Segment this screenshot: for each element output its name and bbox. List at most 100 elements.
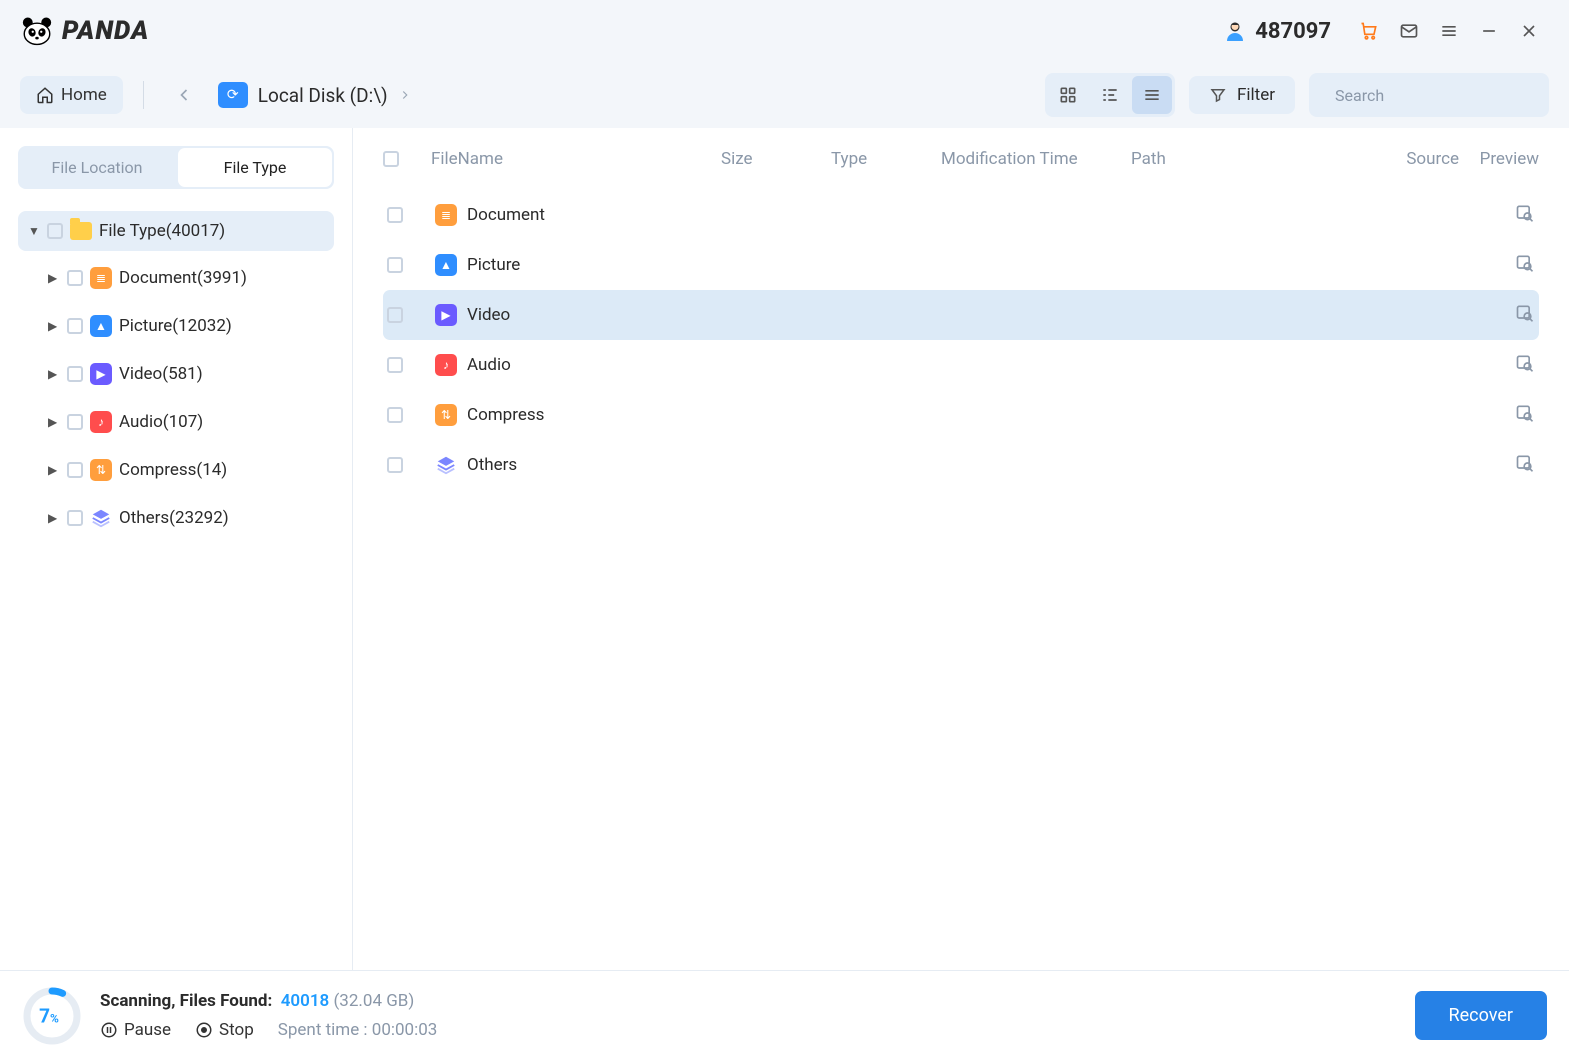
- tree-item-label: Others(23292): [119, 508, 229, 528]
- row-checkbox[interactable]: [387, 407, 403, 423]
- view-detail-button[interactable]: [1090, 76, 1130, 114]
- vid-icon: ▶: [435, 304, 457, 326]
- stop-button[interactable]: Stop: [195, 1020, 254, 1040]
- pause-label: Pause: [124, 1020, 171, 1040]
- expand-icon[interactable]: ▶: [48, 415, 60, 429]
- tree-item-vid[interactable]: ▶▶Video(581): [18, 353, 334, 395]
- doc-icon: ≣: [90, 267, 112, 289]
- col-name[interactable]: FileName: [431, 149, 721, 169]
- user-count: 487097: [1223, 19, 1331, 44]
- collapse-icon[interactable]: ▼: [28, 224, 40, 238]
- filter-button[interactable]: Filter: [1189, 76, 1295, 114]
- row-name: Others: [467, 455, 517, 475]
- stop-label: Stop: [219, 1020, 254, 1040]
- preview-button[interactable]: [1515, 408, 1535, 428]
- tab-file-type[interactable]: File Type: [178, 148, 332, 187]
- checkbox[interactable]: [67, 414, 83, 430]
- col-modification[interactable]: Modification Time: [941, 149, 1131, 169]
- expand-icon[interactable]: ▶: [48, 463, 60, 477]
- row-checkbox[interactable]: [387, 307, 403, 323]
- expand-icon[interactable]: ▶: [48, 319, 60, 333]
- home-label: Home: [61, 85, 107, 105]
- sidebar: File Location File Type ▼ File Type(4001…: [0, 128, 353, 970]
- tree-item-zip[interactable]: ▶⇅Compress(14): [18, 449, 334, 491]
- preview-button[interactable]: [1515, 308, 1535, 328]
- row-checkbox[interactable]: [387, 457, 403, 473]
- col-size[interactable]: Size: [721, 149, 831, 169]
- progress-percent: 7: [39, 1004, 50, 1027]
- divider: [143, 81, 144, 109]
- checkbox[interactable]: [67, 318, 83, 334]
- expand-icon[interactable]: ▶: [48, 367, 60, 381]
- breadcrumb-location: Local Disk (D:\): [258, 84, 388, 107]
- col-preview[interactable]: Preview: [1459, 149, 1539, 169]
- tree-item-oth[interactable]: ▶ Others(23292): [18, 497, 334, 539]
- pic-icon: ▲: [90, 315, 112, 337]
- search-input[interactable]: [1335, 86, 1538, 105]
- table-row[interactable]: ♪Audio: [383, 340, 1539, 390]
- select-all-checkbox[interactable]: [383, 151, 399, 167]
- view-mode-group: [1045, 73, 1175, 117]
- minimize-icon[interactable]: [1469, 11, 1509, 51]
- folder-icon: [70, 222, 92, 240]
- preview-button[interactable]: [1515, 458, 1535, 478]
- tree-item-aud[interactable]: ▶♪Audio(107): [18, 401, 334, 443]
- table-row[interactable]: ▲ Picture: [383, 240, 1539, 290]
- row-checkbox[interactable]: [387, 207, 403, 223]
- checkbox[interactable]: [67, 270, 83, 286]
- row-name: Audio: [467, 355, 511, 375]
- table-row[interactable]: ▶ Video: [383, 290, 1539, 340]
- close-icon[interactable]: [1509, 11, 1549, 51]
- table-row[interactable]: Others: [383, 440, 1539, 490]
- table-row[interactable]: ⇅Compress: [383, 390, 1539, 440]
- col-path[interactable]: Path: [1131, 149, 1359, 169]
- tab-file-location[interactable]: File Location: [18, 146, 176, 189]
- col-source[interactable]: Source: [1359, 149, 1459, 169]
- row-name: Compress: [467, 405, 544, 425]
- expand-icon[interactable]: ▶: [48, 271, 60, 285]
- menu-icon[interactable]: [1429, 11, 1469, 51]
- row-name: Picture: [467, 255, 520, 275]
- checkbox[interactable]: [67, 462, 83, 478]
- mail-icon[interactable]: [1389, 11, 1429, 51]
- pic-icon: ▲: [435, 254, 457, 276]
- others-icon: [90, 507, 112, 529]
- status-bar: 7% Scanning, Files Found: 40018 (32.04 G…: [0, 970, 1569, 1060]
- cart-icon[interactable]: [1349, 11, 1389, 51]
- table-row[interactable]: ≣Document: [383, 190, 1539, 240]
- scan-status: Scanning, Files Found: 40018 (32.04 GB): [100, 991, 437, 1011]
- file-list: FileName Size Type Modification Time Pat…: [353, 128, 1569, 970]
- recover-button[interactable]: Recover: [1415, 991, 1547, 1040]
- row-checkbox[interactable]: [387, 357, 403, 373]
- breadcrumb[interactable]: Local Disk (D:\): [218, 82, 412, 108]
- tree: ▼ File Type(40017) ▶≣Document(3991)▶▲Pic…: [18, 211, 334, 539]
- row-name: Document: [467, 205, 545, 225]
- checkbox[interactable]: [47, 223, 63, 239]
- view-list-button[interactable]: [1132, 76, 1172, 114]
- col-type[interactable]: Type: [831, 149, 941, 169]
- expand-icon[interactable]: ▶: [48, 511, 60, 525]
- checkbox[interactable]: [67, 510, 83, 526]
- stop-icon: [195, 1021, 213, 1039]
- tree-item-pic[interactable]: ▶▲Picture(12032): [18, 305, 334, 347]
- preview-button[interactable]: [1515, 208, 1535, 228]
- sidebar-tabs: File Location File Type: [18, 146, 334, 189]
- home-button[interactable]: Home: [20, 76, 123, 114]
- scan-found-size: (32.04 GB): [333, 991, 414, 1011]
- table-header: FileName Size Type Modification Time Pat…: [383, 128, 1539, 190]
- user-count-value: 487097: [1255, 19, 1331, 44]
- checkbox[interactable]: [67, 366, 83, 382]
- progress-ring: 7%: [22, 986, 82, 1046]
- zip-icon: ⇅: [90, 459, 112, 481]
- view-grid-button[interactable]: [1048, 76, 1088, 114]
- tree-item-doc[interactable]: ▶≣Document(3991): [18, 257, 334, 299]
- search-box[interactable]: [1309, 73, 1549, 117]
- preview-button[interactable]: [1515, 258, 1535, 278]
- pause-button[interactable]: Pause: [100, 1020, 171, 1040]
- back-button[interactable]: [164, 75, 204, 115]
- preview-button[interactable]: [1515, 358, 1535, 378]
- row-name: Video: [467, 305, 510, 325]
- toolbar: Home Local Disk (D:\) Filter: [0, 62, 1569, 128]
- tree-root[interactable]: ▼ File Type(40017): [18, 211, 334, 251]
- row-checkbox[interactable]: [387, 257, 403, 273]
